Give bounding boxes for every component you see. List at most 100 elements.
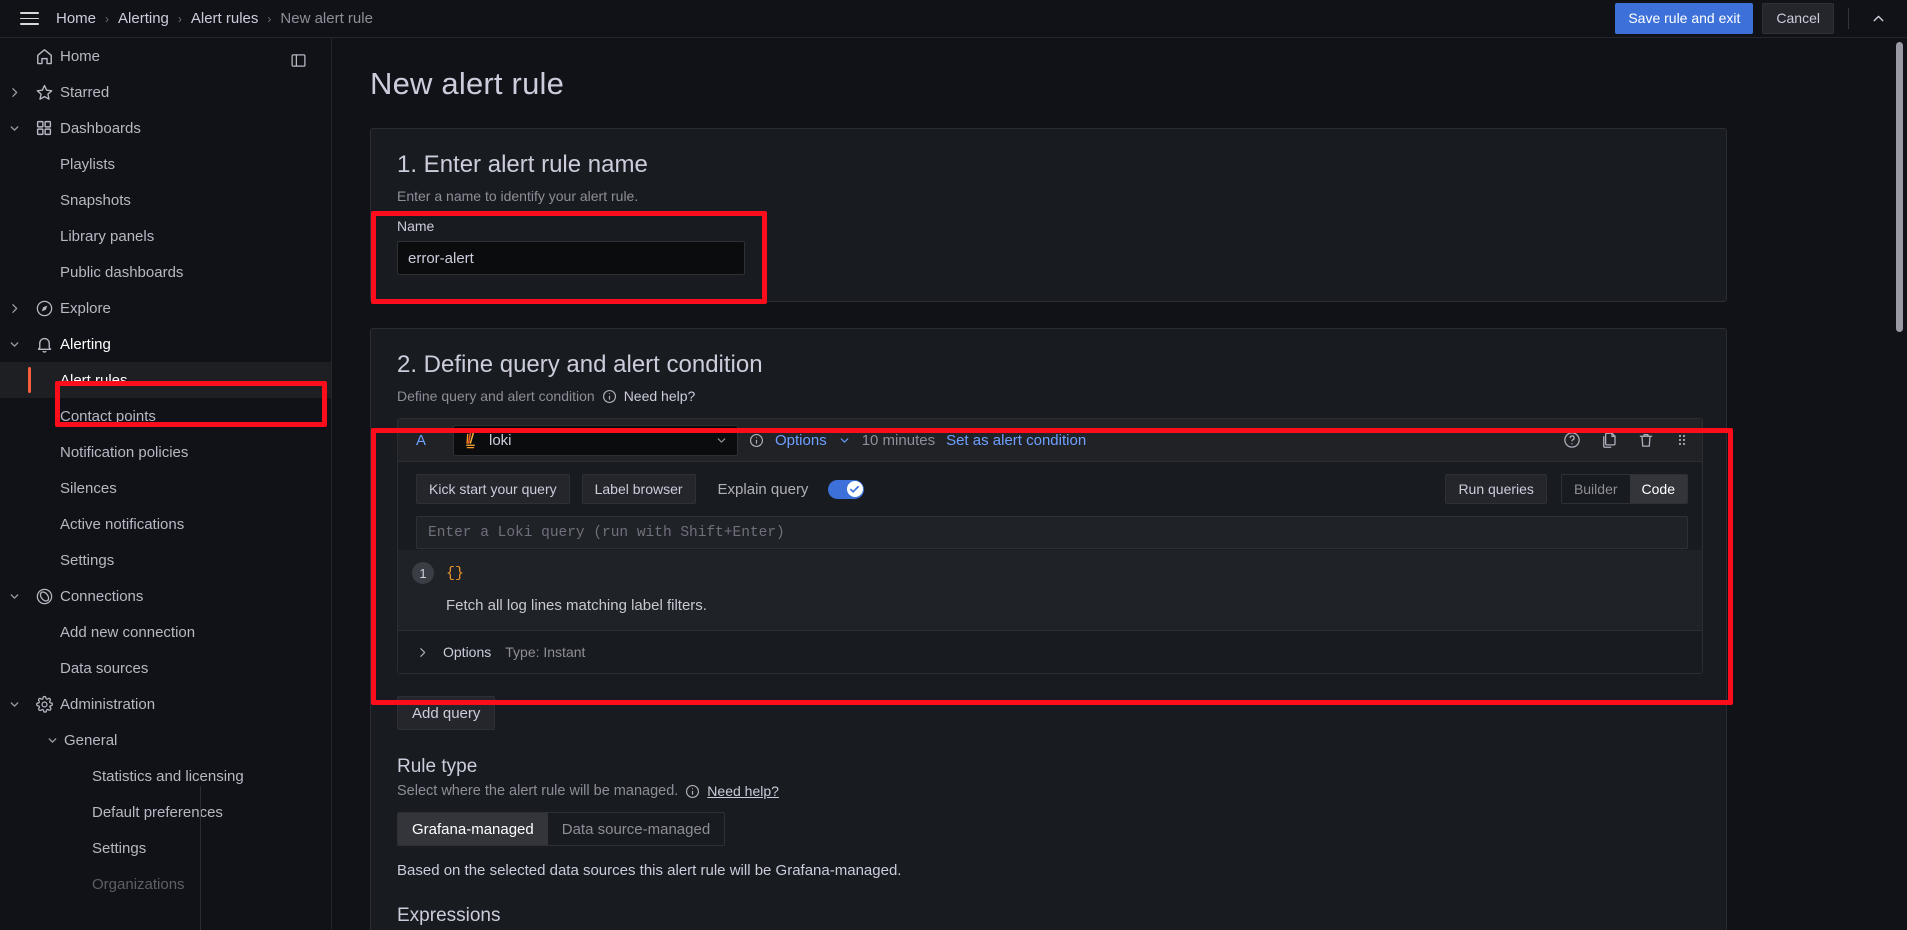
label-browser-button[interactable]: Label browser xyxy=(581,474,696,504)
sidebar-item-label: Dashboards xyxy=(60,119,141,137)
sidebar-item-label: Default preferences xyxy=(92,803,223,821)
sidebar-item-notification-policies[interactable]: Notification policies xyxy=(0,434,331,470)
sidebar-item-label: Settings xyxy=(92,839,147,857)
sidebar-item-label: Playlists xyxy=(60,155,116,173)
breadcrumb-item-alert-rules[interactable]: Alert rules xyxy=(191,10,259,27)
sidebar-item-contact-points[interactable]: Contact points xyxy=(0,398,331,434)
sidebar-item-label: General xyxy=(64,731,118,749)
sidebar-item-label: Starred xyxy=(60,83,110,101)
rule-type-data-source-managed[interactable]: Data source-managed xyxy=(548,813,724,845)
name-field-label: Name xyxy=(397,218,435,234)
bell-icon xyxy=(28,335,60,354)
copy-icon[interactable] xyxy=(1600,431,1618,449)
sidebar-item-label: Silences xyxy=(60,479,117,497)
chevron-right-icon[interactable] xyxy=(0,86,28,99)
loki-query-input[interactable]: Enter a Loki query (run with Shift+Enter… xyxy=(416,516,1688,549)
section2-description: Define query and alert condition Need he… xyxy=(397,388,1700,404)
sidebar-item-general[interactable]: General xyxy=(0,722,331,758)
kick-start-your-query-button[interactable]: Kick start your query xyxy=(416,474,570,504)
breadcrumb-item-home[interactable]: Home xyxy=(56,10,96,27)
sidebar-item-library-panels[interactable]: Library panels xyxy=(0,218,331,254)
chevron-down-icon[interactable] xyxy=(0,698,28,711)
sidebar-nav-list: Home Starred Dashboards Playlists Snapshots L… xyxy=(0,38,331,902)
top-bar-actions: Save rule and exit Cancel xyxy=(1615,3,1893,34)
sidebar-item-statistics-and-licensing[interactable]: Statistics and licensing xyxy=(0,758,331,794)
set-as-alert-condition-link[interactable]: Set as alert condition xyxy=(946,432,1086,449)
sidebar-item-label: Public dashboards xyxy=(60,263,184,281)
sidebar-item-label: Alerting xyxy=(60,335,111,353)
sidebar-item-administration[interactable]: Administration xyxy=(0,686,331,722)
sidebar-item-dashboards[interactable]: Dashboards xyxy=(0,110,331,146)
need-help-link-query[interactable]: Need help? xyxy=(624,388,696,404)
save-rule-and-exit-button[interactable]: Save rule and exit xyxy=(1615,3,1754,34)
hamburger-icon[interactable] xyxy=(14,4,44,34)
name-input[interactable] xyxy=(397,241,745,275)
query-time-range: 10 minutes xyxy=(861,431,936,449)
breadcrumb-item-alerting[interactable]: Alerting xyxy=(118,10,169,27)
chevron-down-icon[interactable] xyxy=(40,734,64,747)
query-options-row[interactable]: Options Type: Instant xyxy=(398,630,1702,673)
options-chevron-down-icon[interactable] xyxy=(838,434,851,447)
sidebar-item-label: Data sources xyxy=(60,659,149,677)
chevron-right-icon[interactable] xyxy=(0,302,28,315)
rule-type-description-text: Select where the alert rule will be mana… xyxy=(397,783,679,799)
trash-icon[interactable] xyxy=(1637,431,1655,449)
sidebar-item-settings[interactable]: Settings xyxy=(0,830,331,866)
sidebar-item-snapshots[interactable]: Snapshots xyxy=(0,182,331,218)
rule-type-radio-group: Grafana-managed Data source-managed xyxy=(397,812,726,846)
query-options-toggle[interactable]: Options xyxy=(775,432,827,449)
sidebar-item-alerting[interactable]: Alerting xyxy=(0,326,331,362)
page-scrollbar-thumb[interactable] xyxy=(1896,42,1903,332)
sidebar-item-label: Home xyxy=(60,47,101,65)
editor-mode-code[interactable]: Code xyxy=(1629,475,1687,503)
datasource-picker[interactable]: loki xyxy=(453,424,738,456)
page-title: New alert rule xyxy=(370,66,565,101)
query-options-type: Type: Instant xyxy=(505,644,586,660)
sidebar-item-alert-rules[interactable]: Alert rules xyxy=(0,362,331,398)
explain-query-toggle[interactable] xyxy=(828,479,865,499)
chevron-up-icon[interactable] xyxy=(1863,4,1893,34)
explain-code-snippet: {} xyxy=(446,564,465,582)
sidebar-item-label: Alert rules xyxy=(60,371,128,389)
sidebar-item-silences[interactable]: Silences xyxy=(0,470,331,506)
chevron-down-icon[interactable] xyxy=(0,338,28,351)
sidebar-item-explore[interactable]: Explore xyxy=(0,290,331,326)
sidebar-item-data-sources[interactable]: Data sources xyxy=(0,650,331,686)
add-query-button[interactable]: Add query xyxy=(397,696,496,730)
chevron-down-icon[interactable] xyxy=(0,590,28,603)
sidebar-item-public-dashboards[interactable]: Public dashboards xyxy=(0,254,331,290)
explain-query-label: Explain query xyxy=(717,480,809,498)
run-queries-button[interactable]: Run queries xyxy=(1445,474,1547,504)
toggle-knob xyxy=(846,481,863,497)
section1-title: 1. Enter alert rule name xyxy=(397,151,648,178)
rule-type-grafana-managed[interactable]: Grafana-managed xyxy=(398,813,548,845)
drag-handle-icon[interactable] xyxy=(1674,432,1690,448)
sidebar-item-home[interactable]: Home xyxy=(0,38,331,74)
info-circle-icon xyxy=(602,389,617,404)
sidebar-item-starred[interactable]: Starred xyxy=(0,74,331,110)
section2-description-text: Define query and alert condition xyxy=(397,388,595,404)
chevron-down-icon[interactable] xyxy=(0,122,28,135)
need-help-link-rule-type[interactable]: Need help? xyxy=(707,783,779,799)
sidebar-item-default-preferences[interactable]: Default preferences xyxy=(0,794,331,830)
sidebar-item-settings[interactable]: Settings xyxy=(0,542,331,578)
tree-guide-line xyxy=(200,786,201,930)
sidebar-item-add-new-connection[interactable]: Add new connection xyxy=(0,614,331,650)
help-circle-icon[interactable] xyxy=(1563,431,1581,449)
sidebar-item-playlists[interactable]: Playlists xyxy=(0,146,331,182)
sidebar-item-label: Organizations xyxy=(92,875,185,893)
query-info-icon[interactable] xyxy=(749,433,764,448)
sidebar-item-label: Settings xyxy=(60,551,115,569)
sidebar-item-organizations[interactable]: Organizations xyxy=(0,866,331,902)
dashboards-icon xyxy=(28,119,60,137)
page-scrollbar-track[interactable] xyxy=(1892,38,1907,930)
breadcrumb: Home › Alerting › Alert rules › New alert rule xyxy=(56,10,373,27)
cancel-button[interactable]: Cancel xyxy=(1762,3,1834,34)
sidebar-item-label: Explore xyxy=(60,299,111,317)
query-header: A loki Options 10 minutes Set as alert c… xyxy=(398,419,1702,462)
sidebar-item-active-notifications[interactable]: Active notifications xyxy=(0,506,331,542)
query-toolbar-right: Run queries Builder Code xyxy=(1445,474,1688,504)
editor-mode-builder[interactable]: Builder xyxy=(1562,475,1630,503)
sidebar-item-connections[interactable]: Connections xyxy=(0,578,331,614)
chevron-right-icon xyxy=(416,646,429,659)
